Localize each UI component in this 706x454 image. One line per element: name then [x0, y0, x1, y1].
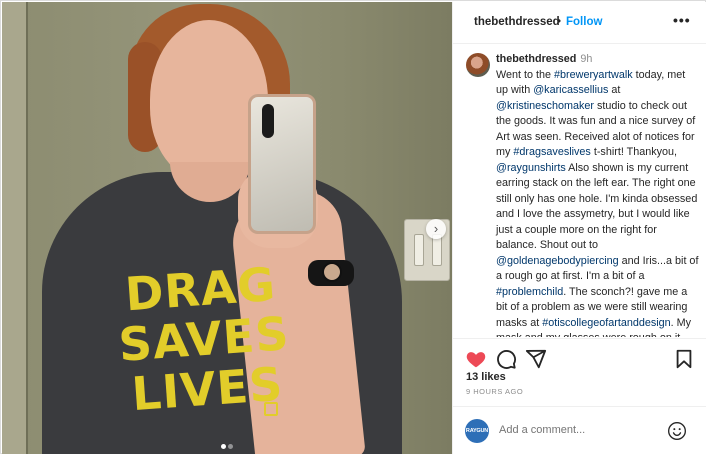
shirt-logo — [264, 402, 278, 416]
caption-text-1: Went to the — [496, 68, 555, 81]
carousel-dot-2 — [228, 444, 233, 449]
more-options-icon[interactable]: ••• — [673, 12, 691, 28]
mention-link[interactable]: @goldenagebodypiercing — [496, 255, 619, 267]
post-sidebar: thebethdressed • Follow ••• thebethdress… — [452, 2, 706, 454]
watch-face — [322, 262, 342, 282]
post-header: thebethdressed • Follow ••• — [453, 2, 706, 44]
doorframe — [2, 2, 28, 454]
mention-link[interactable]: @raygunshirts — [496, 162, 566, 174]
follow-button[interactable]: Follow — [566, 16, 602, 28]
caption-text-3: at — [608, 84, 621, 96]
phone — [248, 94, 316, 234]
send-icon[interactable] — [525, 348, 547, 370]
post-photo[interactable]: DRAG SAVES LIVES › — [2, 2, 452, 454]
comment-bar: RAYGUN — [453, 406, 706, 454]
caption-area[interactable]: thebethdressed 9h Went to the #breweryart… — [453, 45, 706, 337]
caption-text-5: t-shirt! Thankyou, — [590, 146, 678, 158]
shirt-print: DRAG SAVES LIVES — [89, 257, 319, 422]
commenter-avatar: RAYGUN — [465, 419, 489, 443]
comment-input[interactable] — [499, 424, 649, 436]
post-dialog: DRAG SAVES LIVES › thebethdressed • Foll… — [0, 0, 706, 454]
post-timestamp: 9 HOURS AGO — [466, 387, 524, 396]
caption-text-6: Also shown is my current earring stack o… — [496, 161, 698, 252]
carousel-dot-1 — [221, 444, 226, 449]
comment-icon[interactable] — [495, 348, 517, 370]
header-username[interactable]: thebethdressed — [474, 16, 560, 28]
avatar[interactable] — [466, 53, 490, 77]
hashtag-link[interactable]: #otiscollegeofartanddesign — [542, 317, 670, 329]
carousel-next-button[interactable]: › — [426, 219, 446, 239]
caption-username[interactable]: thebethdressed — [496, 53, 576, 65]
smiley-icon[interactable] — [667, 421, 687, 441]
likes-count[interactable]: 13 likes — [466, 371, 506, 383]
hashtag-link[interactable]: #problemchild — [496, 286, 563, 298]
caption-text: thebethdressed 9h Went to the #breweryart… — [496, 52, 700, 337]
heart-filled-icon[interactable] — [465, 348, 487, 370]
switch-left — [414, 234, 424, 266]
header-separator: • — [557, 16, 562, 28]
phone-camera — [262, 104, 274, 138]
bookmark-icon[interactable] — [673, 348, 695, 370]
hashtag-link[interactable]: #dragsaveslives — [513, 146, 590, 158]
hashtag-link[interactable]: #breweryartwalk — [554, 69, 633, 81]
mention-link[interactable]: @karicassellius — [533, 84, 608, 96]
carousel-dots — [220, 436, 240, 449]
caption-time: 9h — [580, 53, 593, 65]
mention-link[interactable]: @kristineschomaker — [496, 100, 594, 112]
